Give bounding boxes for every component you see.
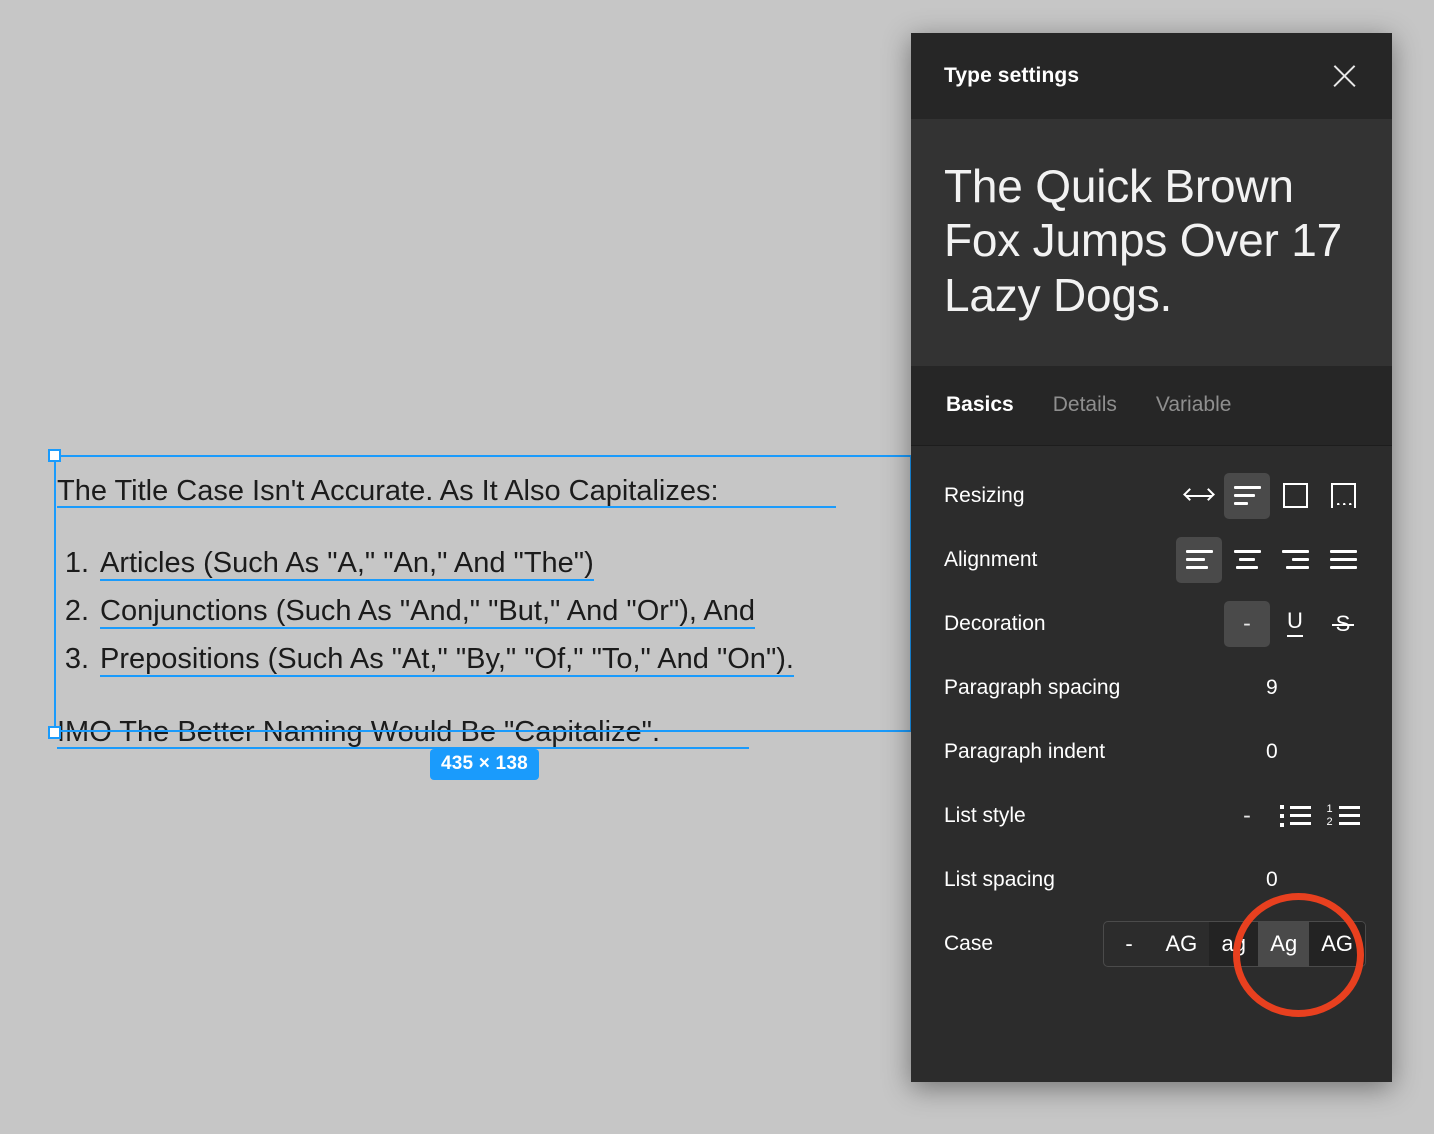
no-decoration-label: -: [1243, 610, 1251, 637]
list-item-marker: 1.: [64, 547, 89, 579]
list-item-marker: 3.: [64, 643, 89, 675]
closing-text: IMO The Better Naming Would Be "Capitali…: [57, 716, 660, 748]
tab-details[interactable]: Details: [1051, 389, 1119, 421]
row-label-list-style: List style: [944, 803, 1026, 827]
list-item-body: Prepositions (Such As "At," "By," "Of," …: [100, 643, 794, 677]
list-item-body: Articles (Such As "A," "An," And "The"): [100, 547, 594, 581]
alignment-control: [1176, 536, 1366, 583]
numbered-list[interactable]: 1. Articles (Such As "A," "An," And "The…: [54, 547, 910, 677]
list-item-marker: 2.: [64, 595, 89, 627]
list-item[interactable]: 3. Prepositions (Such As "At," "By," "Of…: [54, 643, 910, 677]
text-layer[interactable]: The Title Case Isn't Accurate. As It Als…: [54, 455, 910, 749]
resizing-control: [1176, 472, 1366, 519]
auto-height-icon[interactable]: [1224, 472, 1270, 519]
row-label-paragraph-indent: Paragraph indent: [944, 739, 1106, 763]
list-style-control: - 12: [1224, 793, 1366, 839]
close-icon[interactable]: [1327, 59, 1361, 93]
bulleted-list-icon[interactable]: [1272, 793, 1318, 839]
tab-variable[interactable]: Variable: [1154, 389, 1234, 421]
decoration-control: - U S: [1224, 600, 1366, 647]
row-label-list-spacing: List spacing: [944, 867, 1055, 891]
fixed-size-icon[interactable]: [1272, 473, 1318, 519]
row-paragraph-indent: Paragraph indent 0: [911, 720, 1392, 784]
heading-text: The Title Case Isn't Accurate. As It Als…: [57, 475, 719, 507]
align-justify-icon[interactable]: [1320, 537, 1366, 583]
baseline-rule: [57, 506, 836, 508]
auto-width-icon[interactable]: [1176, 473, 1222, 519]
case-uppercase-button[interactable]: AG: [1153, 922, 1209, 966]
strikethrough-label: S: [1331, 610, 1354, 636]
list-item-body: Conjunctions (Such As "And," "But," And …: [100, 595, 755, 629]
list-item[interactable]: 1. Articles (Such As "A," "An," And "The…: [54, 547, 910, 581]
numbered-list-icon[interactable]: 12: [1320, 793, 1366, 839]
case-small-caps-button[interactable]: AG: [1309, 921, 1365, 966]
tab-basics[interactable]: Basics: [944, 389, 1016, 421]
row-label-resizing: Resizing: [944, 483, 1025, 507]
case-title-button[interactable]: Ag: [1258, 921, 1310, 966]
underline-label: U: [1287, 610, 1303, 638]
baseline-rule: [100, 579, 594, 581]
no-list-icon[interactable]: -: [1224, 793, 1270, 839]
list-item-text: Conjunctions (Such As "And," "But," And …: [100, 595, 755, 627]
resize-handle-bottom-left[interactable]: [48, 726, 61, 739]
case-segmented-control: - AG ag Ag AG: [1103, 920, 1366, 967]
paragraph-spacing-input[interactable]: 9: [1196, 676, 1366, 700]
baseline-rule: [57, 747, 749, 749]
list-item[interactable]: 2. Conjunctions (Such As "And," "But," A…: [54, 595, 910, 629]
strikethrough-icon[interactable]: S: [1320, 601, 1366, 647]
list-item-text: Prepositions (Such As "At," "By," "Of," …: [100, 643, 794, 675]
no-decoration-icon[interactable]: -: [1224, 600, 1270, 647]
truncate-text-icon[interactable]: [1320, 473, 1366, 519]
row-label-alignment: Alignment: [944, 547, 1038, 571]
panel-title: Type settings: [944, 64, 1080, 87]
align-right-icon[interactable]: [1272, 537, 1318, 583]
row-list-spacing: List spacing 0: [911, 848, 1392, 912]
text-paragraph-closing[interactable]: IMO The Better Naming Would Be "Capitali…: [57, 718, 910, 749]
settings-rows: Resizing Alignment Decoration - U S Para…: [911, 446, 1392, 976]
size-badge: 435 × 138: [430, 749, 539, 780]
no-list-label: -: [1243, 802, 1251, 829]
row-list-style: List style - 12: [911, 784, 1392, 848]
row-resizing: Resizing: [911, 464, 1392, 528]
row-label-case: Case: [944, 931, 994, 955]
align-center-icon[interactable]: [1224, 537, 1270, 583]
row-alignment: Alignment: [911, 528, 1392, 592]
paragraph-spacing-control: 9: [1196, 676, 1366, 700]
panel-tabs: Basics Details Variable: [911, 365, 1392, 446]
row-label-decoration: Decoration: [944, 611, 1046, 635]
type-preview: The Quick Brown Fox Jumps Over 17 Lazy D…: [911, 119, 1392, 366]
case-control: - AG ag Ag AG: [1103, 920, 1366, 967]
preview-specimen-text: The Quick Brown Fox Jumps Over 17 Lazy D…: [944, 160, 1342, 321]
row-case: Case - AG ag Ag AG: [911, 912, 1392, 976]
text-paragraph-heading[interactable]: The Title Case Isn't Accurate. As It Als…: [57, 477, 910, 508]
case-lowercase-button[interactable]: ag: [1209, 921, 1259, 966]
case-none-button[interactable]: -: [1104, 922, 1153, 966]
type-settings-panel: Type settings The Quick Brown Fox Jumps …: [911, 33, 1392, 1082]
row-decoration: Decoration - U S: [911, 592, 1392, 656]
list-item-text: Articles (Such As "A," "An," And "The"): [100, 547, 594, 579]
panel-header: Type settings: [911, 33, 1392, 119]
row-label-paragraph-spacing: Paragraph spacing: [944, 675, 1121, 699]
list-spacing-input[interactable]: 0: [1196, 868, 1366, 892]
row-paragraph-spacing: Paragraph spacing 9: [911, 656, 1392, 720]
baseline-rule: [100, 675, 794, 677]
resize-handle-top-left[interactable]: [48, 449, 61, 462]
underline-icon[interactable]: U: [1272, 601, 1318, 647]
baseline-rule: [100, 627, 755, 629]
paragraph-indent-input[interactable]: 0: [1196, 740, 1366, 764]
paragraph-indent-control: 0: [1196, 740, 1366, 764]
align-left-icon[interactable]: [1176, 536, 1222, 583]
list-spacing-control: 0: [1196, 868, 1366, 892]
